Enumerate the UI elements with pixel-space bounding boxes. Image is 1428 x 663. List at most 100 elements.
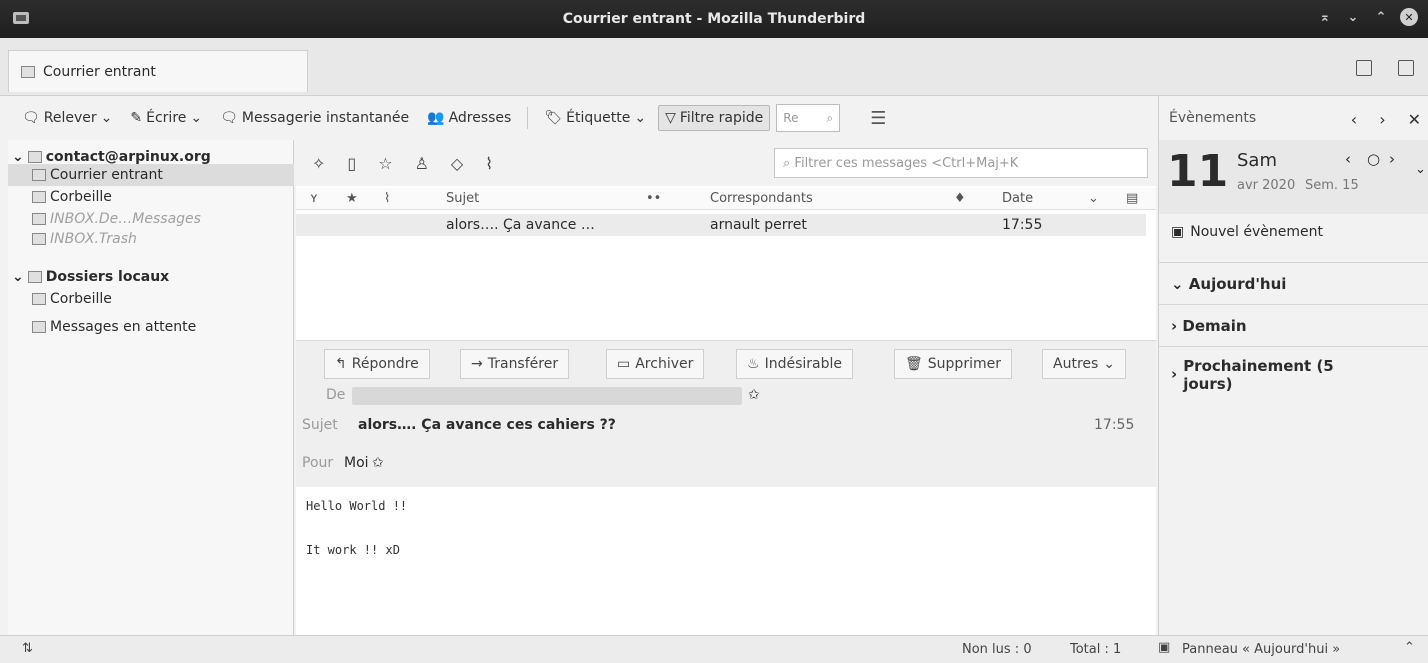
forward-icon: →: [471, 356, 483, 372]
calendar-tab-icon[interactable]: [1356, 60, 1372, 76]
next-icon[interactable]: ›: [1379, 110, 1385, 129]
section-upcoming[interactable]: › Prochainement (5 jours): [1159, 346, 1428, 410]
tag-button[interactable]: 🏷 Étiquette ⌄: [538, 106, 652, 130]
contact-filter-icon[interactable]: ♙: [415, 154, 429, 173]
chat-button[interactable]: 🗨 Messagerie instantanée: [214, 106, 415, 130]
inbox-folder-icon: [32, 169, 46, 181]
address-book-label: Adresses: [448, 110, 512, 126]
new-event-button[interactable]: ▣ Nouvel évènement: [1171, 224, 1323, 240]
chevron-down-icon[interactable]: ⌄: [190, 110, 202, 126]
window-titlebar: Courrier entrant - Mozilla Thunderbird ⌅…: [0, 0, 1428, 38]
new-event-icon: ▣: [1171, 224, 1185, 240]
keep-above-icon[interactable]: ⌅: [1316, 8, 1334, 26]
to-value[interactable]: Moi: [344, 455, 369, 471]
reply-icon: ↰: [335, 356, 347, 372]
reply-button[interactable]: ↰ Répondre: [324, 349, 430, 379]
thunderbird-app-icon: [13, 12, 29, 24]
archive-button[interactable]: ▭ Archiver: [606, 349, 705, 379]
message-header: ↰ Répondre → Transférer ▭ Archiver ♨ Indésir…: [296, 341, 1156, 487]
column-correspondents[interactable]: Correspondants: [710, 191, 813, 206]
chevron-down-icon[interactable]: ⌄: [1415, 162, 1426, 177]
pin-icon[interactable]: ✧: [312, 154, 325, 173]
chevron-down-icon: ⌄: [1103, 356, 1116, 372]
section-upcoming-label: Prochainement (5 jours): [1183, 357, 1334, 393]
attachment-filter-icon[interactable]: ⌇: [485, 154, 493, 173]
column-picker-icon[interactable]: ▤: [1126, 191, 1138, 206]
search-icon: ⌕: [783, 155, 795, 171]
from-label: De: [326, 387, 346, 403]
trash-folder-icon: [32, 191, 46, 203]
starred-filter-icon[interactable]: ☆: [378, 154, 392, 173]
get-messages-button[interactable]: 🗨 Relever ⌄: [16, 106, 118, 130]
global-search-input[interactable]: Re ⌕: [776, 104, 841, 132]
folder-inbox-de[interactable]: INBOX.De…Messages: [8, 208, 294, 230]
search-icon: ⌕: [826, 110, 834, 125]
quick-filter-button[interactable]: ▽ Filtre rapide: [658, 105, 771, 131]
table-row[interactable]: alors…. Ça avance … arnault perret 17:55: [296, 214, 1146, 236]
quick-filter-input[interactable]: ⌕ Filtrer ces messages <Ctrl+Maj+K: [774, 148, 1148, 178]
day-today-icon[interactable]: ○: [1367, 150, 1380, 168]
read-column-icon[interactable]: ••: [646, 191, 661, 206]
folder-local-trash[interactable]: Corbeille: [8, 288, 294, 310]
total-count: Total : 1: [1070, 642, 1122, 657]
app-menu-icon[interactable]: ☰: [870, 108, 886, 129]
message-reader: ↰ Répondre → Transférer ▭ Archiver ♨ Indésir…: [296, 340, 1156, 635]
section-today[interactable]: ⌄ Aujourd'hui: [1159, 262, 1428, 304]
search-value: Re: [783, 111, 799, 125]
folder-pane: ⌄ contact@arpinux.org Courrier entrant C…: [8, 140, 294, 635]
star-icon[interactable]: ✩: [372, 455, 384, 471]
window-title: Courrier entrant - Mozilla Thunderbird: [562, 11, 866, 27]
trash-icon: 🗑: [905, 356, 923, 372]
folder-inbox-trash[interactable]: INBOX.Trash: [8, 228, 294, 250]
quick-filter-placeholder: Filtrer ces messages <Ctrl+Maj+K: [794, 155, 1019, 171]
thread-column-icon[interactable]: ʏ: [310, 191, 318, 206]
tasks-tab-icon[interactable]: [1398, 60, 1414, 76]
write-button[interactable]: ✎ Écrire ⌄: [124, 106, 208, 130]
folder-inbox-de-label: INBOX.De…Messages: [50, 211, 201, 227]
outbox-folder-icon: [32, 321, 46, 333]
day-next-icon[interactable]: ›: [1389, 150, 1395, 168]
tag-filter-icon[interactable]: ◇: [451, 154, 463, 173]
folder-local[interactable]: ⌄ Dossiers locaux: [8, 266, 294, 288]
column-subject[interactable]: Sujet: [446, 191, 479, 206]
star-column-icon[interactable]: ★: [346, 191, 358, 206]
window-controls: ⌅ ⌄ ⌃ ✕: [1316, 8, 1418, 26]
junk-column-icon[interactable]: ♦: [954, 191, 966, 206]
folder-inbox[interactable]: Courrier entrant: [8, 164, 294, 186]
day-prev-icon[interactable]: ‹: [1345, 150, 1351, 168]
forward-button[interactable]: → Transférer: [460, 349, 570, 379]
more-button[interactable]: Autres ⌄: [1042, 349, 1127, 379]
section-tomorrow[interactable]: › Demain: [1159, 304, 1428, 346]
chevron-down-icon[interactable]: ⌄: [12, 269, 24, 285]
delete-button[interactable]: 🗑 Supprimer: [894, 349, 1012, 379]
chevron-up-icon[interactable]: ⌃: [1404, 640, 1415, 655]
junk-button[interactable]: ♨ Indésirable: [736, 349, 853, 379]
address-book-button[interactable]: 👥 Adresses: [421, 106, 517, 130]
folder-icon: [32, 213, 46, 225]
subject-label: Sujet: [302, 417, 338, 433]
section-tomorrow-label: Demain: [1182, 317, 1247, 335]
close-window-icon[interactable]: ✕: [1400, 8, 1418, 26]
today-pane-toggle[interactable]: Panneau « Aujourd'hui »: [1182, 642, 1340, 657]
tag-label: Étiquette: [566, 110, 631, 126]
unread-filter-icon[interactable]: ▯: [347, 154, 356, 173]
online-status-icon[interactable]: ⇅: [22, 641, 33, 656]
close-icon[interactable]: ✕: [1408, 110, 1421, 129]
chevron-down-icon[interactable]: ⌄: [101, 110, 113, 126]
folder-outbox[interactable]: Messages en attente: [8, 316, 294, 338]
previous-icon[interactable]: ‹: [1351, 110, 1357, 129]
column-date[interactable]: Date: [1002, 191, 1033, 206]
star-icon[interactable]: ✩: [748, 387, 760, 403]
folder-inbox-label: Courrier entrant: [50, 167, 163, 183]
events-title: Évènements: [1169, 110, 1257, 126]
sort-chevron-icon[interactable]: ⌄: [1088, 191, 1099, 206]
attachment-column-icon[interactable]: ⌇: [384, 191, 390, 206]
maximize-icon[interactable]: ⌃: [1372, 8, 1390, 26]
tab-inbox[interactable]: Courrier entrant: [8, 50, 308, 92]
chevron-down-icon[interactable]: ⌄: [12, 149, 24, 165]
subject-value: alors…. Ça avance ces cahiers ??: [358, 417, 616, 433]
folder-trash[interactable]: Corbeille: [8, 186, 294, 208]
minimize-icon[interactable]: ⌄: [1344, 8, 1362, 26]
junk-icon: ♨: [747, 356, 760, 372]
quick-filter-label: Filtre rapide: [679, 110, 764, 126]
